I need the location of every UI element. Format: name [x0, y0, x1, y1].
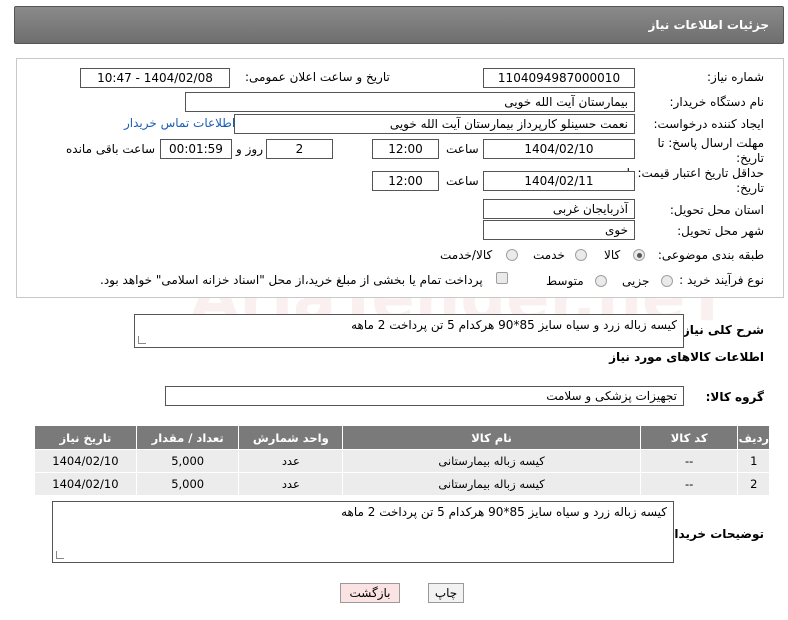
days-label: روز و	[236, 142, 263, 156]
reply-date-field: 1404/02/10	[483, 139, 635, 159]
cell-need-date: 1404/02/10	[34, 449, 137, 473]
table-header-row: ردیف کد کالا نام کالا واحد شمارش تعداد /…	[34, 425, 770, 450]
category-goods-service-label: کالا/خدمت	[440, 248, 493, 262]
price-date-field: 1404/02/11	[483, 171, 635, 191]
buyer-label: نام دستگاه خریدار:	[669, 95, 765, 109]
buyer-notes-text: کیسه زباله زرد و سیاه سایز 85*90 هرکدام …	[341, 505, 667, 519]
col-item-name: نام کالا	[342, 425, 641, 450]
process-medium-radio[interactable]	[595, 275, 607, 287]
description-textarea[interactable]: کیسه زباله زرد و سیاه سایز 85*90 هرکدام …	[134, 314, 684, 348]
category-service-label: خدمت	[533, 248, 565, 262]
category-label: طبقه بندی موضوعی:	[657, 248, 764, 262]
print-button[interactable]: چاپ	[428, 583, 464, 603]
days-field: 2	[266, 139, 333, 159]
cell-row-number: 1	[737, 449, 770, 473]
cell-row-number: 2	[737, 472, 770, 496]
category-goods-service-radio[interactable]	[506, 249, 518, 261]
goods-group-field: تجهیزات پزشکی و سلامت	[165, 386, 684, 406]
price-deadline-label: حداقل تاریخ اعتبار قیمت: تا تاریخ:	[626, 166, 764, 195]
cell-unit: عدد	[238, 449, 344, 473]
price-time-label: ساعت	[446, 174, 479, 188]
page-title: جزئیات اطلاعات نیاز	[648, 18, 769, 32]
buyer-contact-link[interactable]: اطلاعات تماس خریدار	[124, 116, 235, 130]
province-field: آذربایجان غربی	[483, 199, 635, 219]
process-minor-radio[interactable]	[661, 275, 673, 287]
cell-item-code: --	[639, 472, 739, 496]
description-text: کیسه زباله زرد و سیاه سایز 85*90 هرکدام …	[351, 318, 677, 332]
description-label: شرح کلی نیاز:	[678, 323, 764, 337]
city-field: خوی	[483, 220, 635, 240]
cell-item-name: کیسه زباله بیمارستانی	[342, 449, 641, 473]
treasury-payment-note: پرداخت تمام یا بخشی از مبلغ خرید،از محل …	[100, 273, 483, 287]
province-label: استان محل تحویل:	[669, 203, 764, 217]
category-goods-radio[interactable]	[633, 249, 645, 261]
price-time-field: 12:00	[372, 171, 439, 191]
city-label: شهر محل تحویل:	[677, 224, 764, 238]
remaining-time-field: 00:01:59	[160, 139, 232, 159]
col-unit: واحد شمارش	[238, 425, 344, 450]
process-medium-label: متوسط	[546, 274, 584, 288]
goods-group-label: گروه کالا:	[705, 390, 764, 404]
cell-quantity: 5,000	[135, 472, 240, 496]
category-service-radio[interactable]	[575, 249, 587, 261]
table-row: 2 -- کیسه زباله بیمارستانی عدد 5,000 140…	[34, 472, 770, 496]
process-minor-label: جزیی	[622, 274, 650, 288]
cell-item-name: کیسه زباله بیمارستانی	[342, 472, 641, 496]
need-number-label: شماره نیاز:	[707, 70, 764, 84]
goods-section-title: اطلاعات کالاهای مورد نیاز	[609, 350, 764, 364]
goods-table: ردیف کد کالا نام کالا واحد شمارش تعداد /…	[34, 425, 770, 496]
need-number-field: 1104094987000010	[483, 68, 635, 88]
resize-handle-icon[interactable]	[138, 336, 146, 344]
cell-quantity: 5,000	[135, 449, 240, 473]
col-row-number: ردیف	[737, 425, 770, 450]
resize-handle-icon[interactable]	[56, 551, 64, 559]
reply-deadline-label: مهلت ارسال پاسخ: تا تاریخ:	[657, 136, 764, 165]
buyer-notes-label: توضیحات خریدار:	[662, 527, 764, 541]
remaining-time-label: ساعت باقی مانده	[66, 142, 156, 156]
col-item-code: کد کالا	[639, 425, 739, 450]
process-type-label: نوع فرآیند خرید :	[679, 273, 764, 287]
col-need-date: تاریخ نیاز	[34, 425, 137, 450]
cell-item-code: --	[639, 449, 739, 473]
creator-field: نعمت حسینلو کارپرداز بیمارستان آیت الله …	[234, 114, 635, 134]
table-row: 1 -- کیسه زباله بیمارستانی عدد 5,000 140…	[34, 449, 770, 473]
buyer-notes-textarea[interactable]: کیسه زباله زرد و سیاه سایز 85*90 هرکدام …	[52, 501, 674, 563]
creator-label: ایجاد کننده درخواست:	[653, 117, 764, 131]
buyer-field: بیمارستان آیت الله خویی	[185, 92, 635, 112]
announce-date-field: 1404/02/08 - 10:47	[80, 68, 230, 88]
cell-unit: عدد	[238, 472, 344, 496]
back-button[interactable]: بازگشت	[340, 583, 400, 603]
treasury-payment-checkbox[interactable]	[496, 272, 508, 284]
reply-time-label: ساعت	[446, 142, 479, 156]
col-quantity: تعداد / مقدار	[135, 425, 240, 450]
page-header: جزئیات اطلاعات نیاز	[14, 6, 784, 44]
announce-date-label: تاریخ و ساعت اعلان عمومی:	[245, 70, 390, 84]
cell-need-date: 1404/02/10	[34, 472, 137, 496]
reply-time-field: 12:00	[372, 139, 439, 159]
category-goods-label: کالا	[604, 248, 621, 262]
